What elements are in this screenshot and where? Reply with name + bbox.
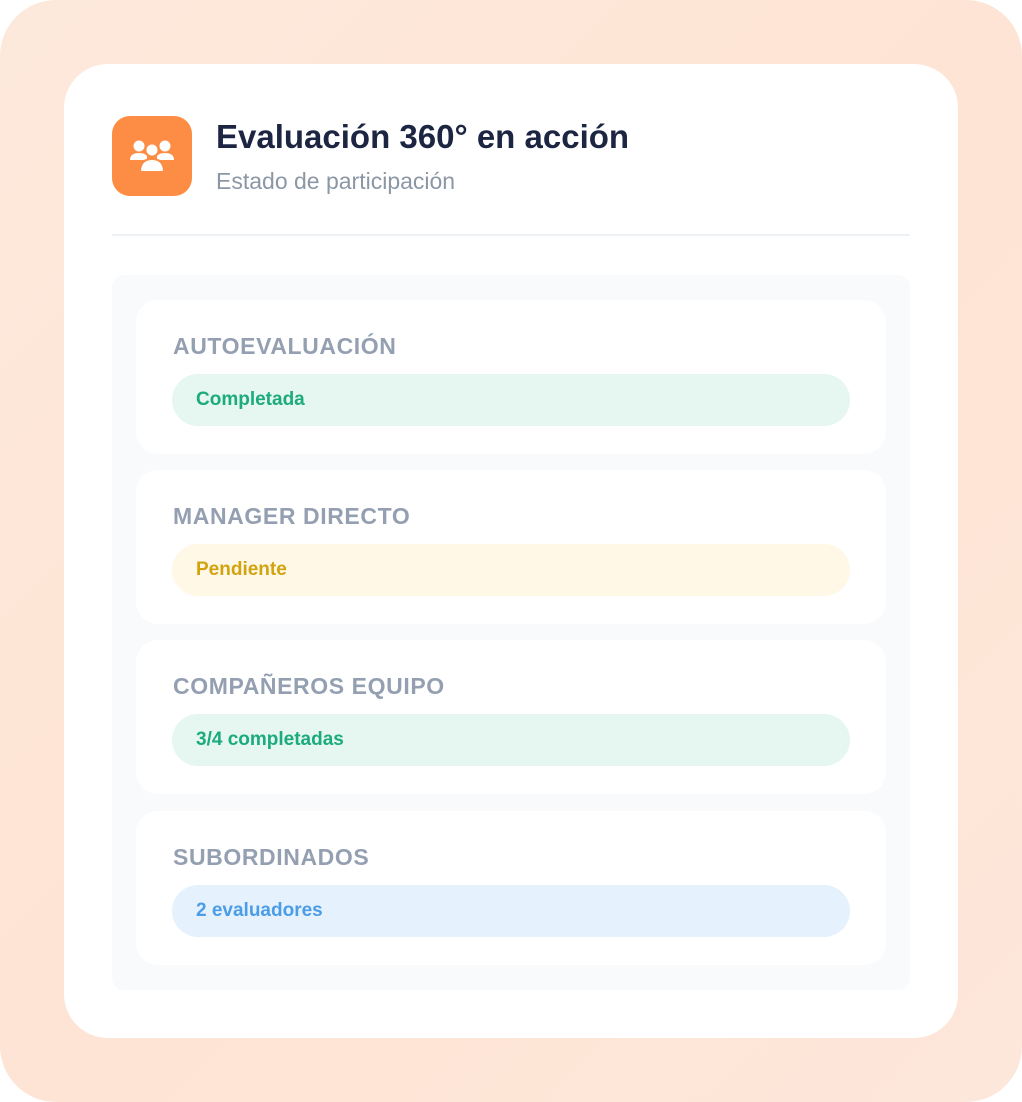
item-label: MANAGER DIRECTO — [173, 503, 411, 529]
status-badge: Pendiente — [172, 544, 850, 596]
page-title: Evaluación 360° en acción — [216, 118, 630, 155]
status-badge: Completada — [172, 374, 850, 426]
list-item-companeros-equipo: COMPAÑEROS EQUIPO 3/4 completadas — [136, 640, 886, 794]
page-subtitle: Estado de participación — [216, 168, 456, 194]
status-badge: 2 evaluadores — [172, 885, 850, 937]
item-label: COMPAÑEROS EQUIPO — [173, 673, 445, 699]
participation-list: AUTOEVALUACIÓN Completada MANAGER DIRECT… — [112, 275, 910, 990]
evaluation-card: Evaluación 360° en acción Estado de part… — [64, 64, 958, 1038]
list-item-subordinados: SUBORDINADOS 2 evaluadores — [136, 811, 886, 965]
list-item-manager-directo: MANAGER DIRECTO Pendiente — [136, 470, 886, 624]
item-label: SUBORDINADOS — [173, 844, 370, 870]
list-item-autoevaluacion: AUTOEVALUACIÓN Completada — [136, 300, 886, 454]
background-frame: Evaluación 360° en acción Estado de part… — [0, 0, 1022, 1102]
card-header: Evaluación 360° en acción Estado de part… — [112, 116, 910, 236]
users-group-icon — [112, 116, 192, 196]
status-badge: 3/4 completadas — [172, 714, 850, 766]
item-label: AUTOEVALUACIÓN — [173, 333, 397, 359]
